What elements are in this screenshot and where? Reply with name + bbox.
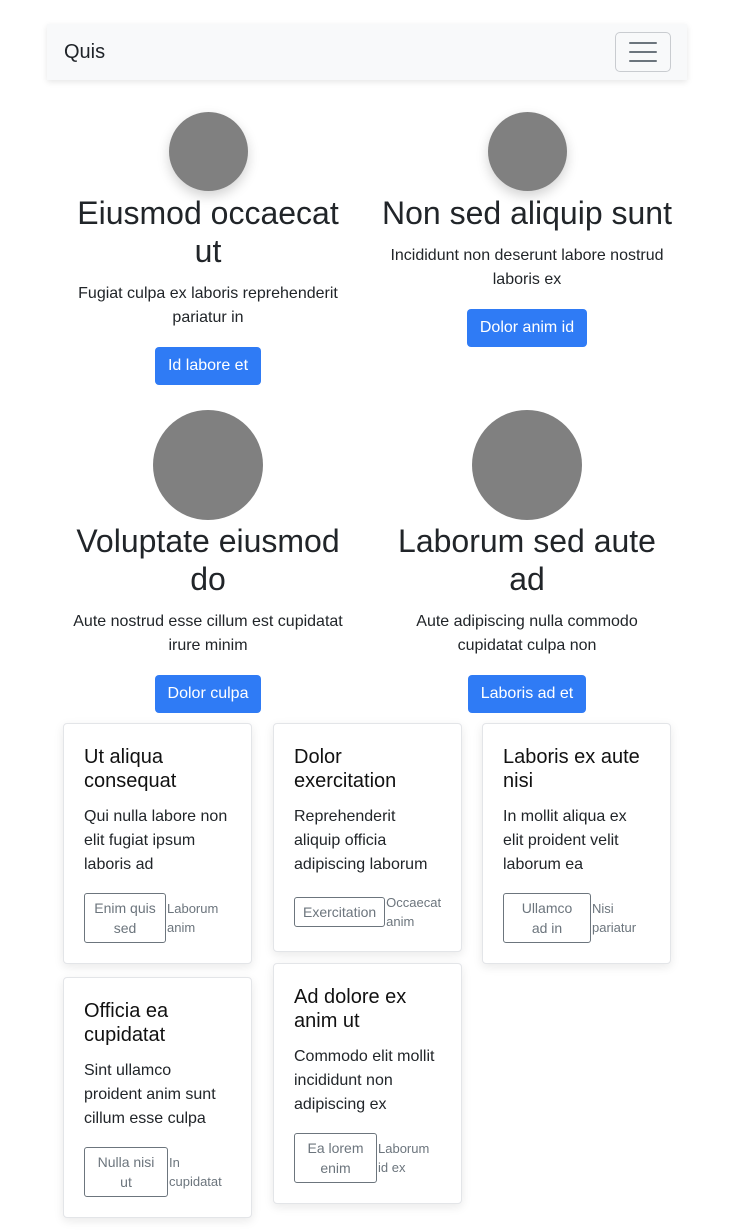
feature-title: Eiusmod occaecat ut (77, 195, 339, 269)
card: Ut aliqua consequat Qui nulla labore non… (63, 723, 252, 964)
hamburger-icon (629, 51, 657, 53)
feature-text: Aute adipiscing nulla commodo cupidatat … (416, 613, 638, 654)
feature-block: Voluptate eiusmod do Aute nostrud esse c… (63, 410, 353, 713)
feature-title: Laborum sed aute ad (398, 523, 656, 597)
feature-button[interactable]: Laboris ad et (467, 675, 587, 713)
card-text: Commodo elit mollit incididunt non adipi… (294, 1048, 435, 1113)
card: Dolor exercitation Reprehenderit aliquip… (273, 723, 462, 952)
avatar-placeholder (472, 410, 582, 520)
card-title: Dolor exercitation (294, 746, 397, 792)
feature-text: Incididunt non deserunt labore nostrud l… (390, 247, 664, 288)
feature-block: Laborum sed aute ad Aute adipiscing null… (382, 410, 672, 713)
card-text: Reprehenderit aliquip officia adipiscing… (294, 808, 428, 873)
card: Officia ea cupidatat Sint ullamco proide… (63, 977, 252, 1218)
hamburger-icon (629, 60, 657, 62)
card-button[interactable]: Nulla nisi ut (84, 1147, 168, 1197)
card-button[interactable]: Ea lorem enim (294, 1133, 377, 1183)
card-footer: Ea lorem enim Laborum id ex (294, 1133, 441, 1183)
feature-text: Fugiat culpa ex laboris reprehenderit pa… (78, 285, 338, 326)
feature-text: Aute nostrud esse cillum est cupidatat i… (73, 613, 343, 654)
card: Ad dolore ex anim ut Commodo elit mollit… (273, 963, 462, 1204)
card-note: Nisi pariatur (592, 901, 637, 935)
card-title: Officia ea cupidatat (84, 1000, 169, 1046)
avatar-placeholder (487, 112, 567, 191)
feature-block: Eiusmod occaecat ut Fugiat culpa ex labo… (63, 112, 353, 385)
feature-title: Non sed aliquip sunt (382, 195, 672, 231)
card-footer: Exercitation Occaecat anim (294, 893, 441, 931)
card-footer: Ullamco ad in Nisi pariatur (503, 893, 650, 943)
feature-button[interactable]: Dolor anim id (466, 309, 588, 347)
card-note: Occaecat anim (386, 895, 442, 929)
card-button[interactable]: Exercitation (294, 897, 386, 927)
card-footer: Enim quis sed Laborum anim (84, 893, 231, 943)
card-title: Laboris ex aute nisi (503, 746, 640, 792)
card: Laboris ex aute nisi In mollit aliqua ex… (482, 723, 671, 964)
navbar: Quis (47, 24, 687, 80)
card-text: In mollit aliqua ex elit proident velit … (503, 808, 627, 873)
card-button[interactable]: Enim quis sed (84, 893, 166, 943)
navbar-toggler-button[interactable] (615, 32, 671, 72)
card-footer: Nulla nisi ut In cupidatat (84, 1147, 231, 1197)
card-text: Qui nulla labore non elit fugiat ipsum l… (84, 808, 228, 873)
card-note: In cupidatat (169, 1155, 222, 1189)
card-button[interactable]: Ullamco ad in (503, 893, 591, 943)
card-title: Ut aliqua consequat (84, 746, 177, 792)
card-note: Laborum id ex (378, 1141, 430, 1175)
card-text: Sint ullamco proident anim sunt cillum e… (84, 1062, 216, 1127)
card-title: Ad dolore ex anim ut (294, 986, 407, 1032)
navbar-brand[interactable]: Quis (64, 41, 105, 64)
avatar-placeholder (153, 410, 263, 520)
avatar-placeholder (168, 112, 248, 191)
hamburger-icon (629, 42, 657, 44)
feature-button[interactable]: Id labore et (154, 347, 262, 385)
feature-block: Non sed aliquip sunt Incididunt non dese… (382, 112, 672, 347)
card-note: Laborum anim (167, 901, 219, 935)
feature-button[interactable]: Dolor culpa (154, 675, 262, 713)
feature-title: Voluptate eiusmod do (76, 523, 340, 597)
